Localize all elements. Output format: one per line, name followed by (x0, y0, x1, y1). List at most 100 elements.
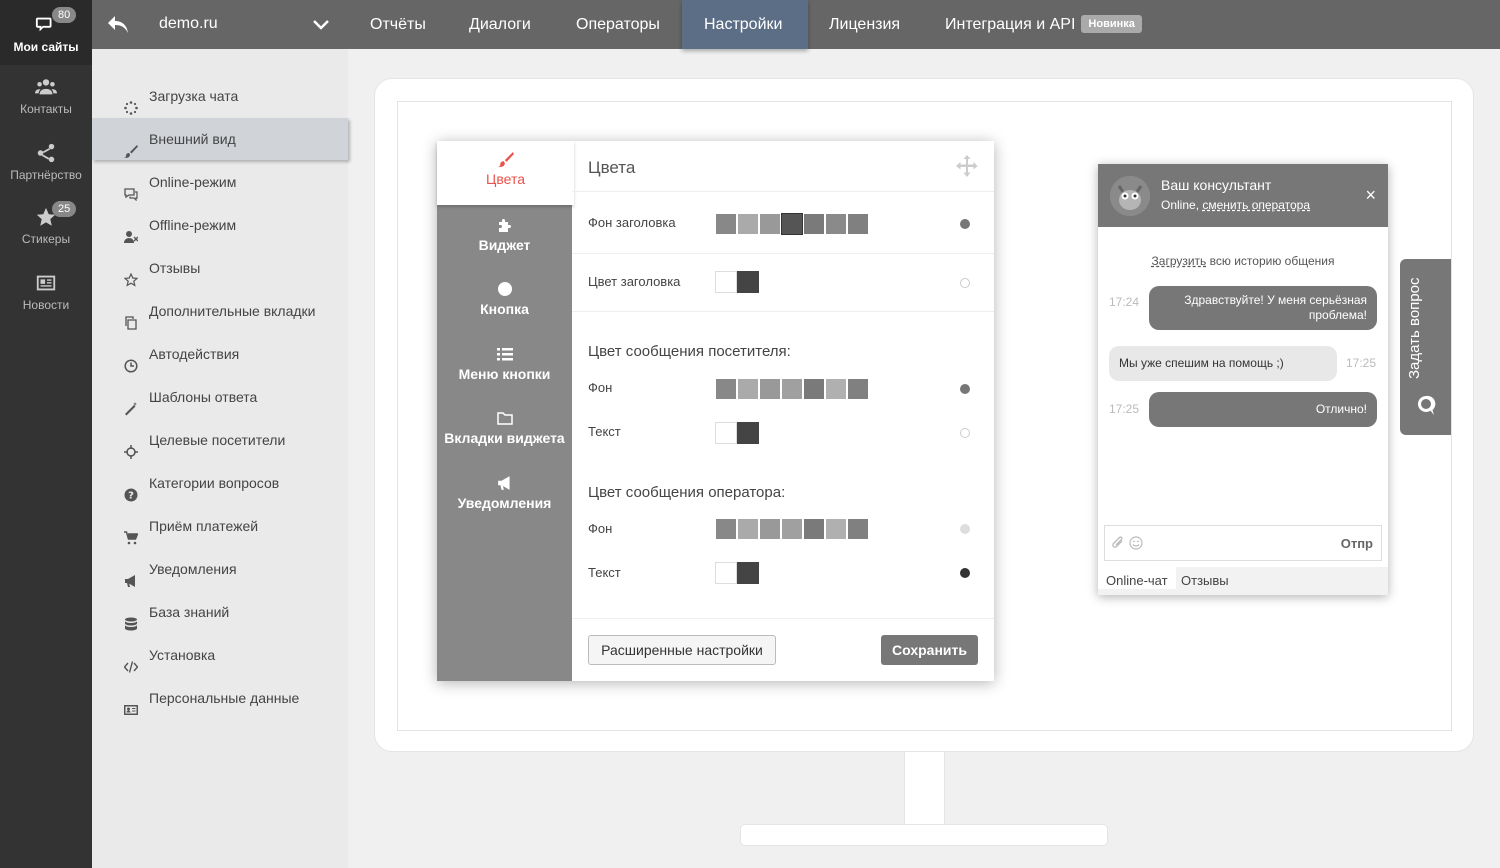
id-card-icon (124, 691, 138, 715)
operator-text-radio[interactable] (960, 568, 970, 578)
tab-notifications[interactable]: Уведомления (437, 465, 572, 529)
color-swatch[interactable] (737, 271, 759, 293)
color-swatch[interactable] (759, 378, 781, 400)
color-swatch[interactable] (737, 378, 759, 400)
message-input[interactable]: Отпр (1104, 525, 1382, 561)
color-swatch[interactable] (737, 562, 759, 584)
sidebar-item-label: Мои сайты (13, 40, 79, 54)
color-swatch[interactable] (715, 518, 737, 540)
menu-item-appearance[interactable]: Внешний вид (92, 118, 348, 160)
menu-item-label: База знаний (149, 604, 230, 620)
new-badge: Новинка (1081, 15, 1142, 33)
menu-item-label: Автодействия (149, 346, 240, 362)
load-history-link[interactable]: Загрузить (1152, 254, 1207, 268)
header-color-radio[interactable] (960, 278, 970, 288)
count-badge: 25 (52, 201, 77, 217)
color-swatch[interactable] (781, 378, 803, 400)
message-time: 17:25 (1346, 356, 1377, 370)
menu-item-offline-mode[interactable]: Offline-режим (92, 204, 348, 246)
color-swatch[interactable] (759, 518, 781, 540)
menu-item-knowledge-base[interactable]: База знаний (92, 591, 348, 633)
visitor-bg-radio[interactable] (960, 384, 970, 394)
tab-widget[interactable]: Виджет (437, 207, 572, 271)
menu-item-label: Offline-режим (149, 217, 237, 233)
menu-item-question-categories[interactable]: ? Категории вопросов (92, 462, 348, 504)
chat-footer-tabs: Online-чат Отзывы (1098, 567, 1388, 595)
color-swatch[interactable] (781, 518, 803, 540)
color-swatch[interactable] (737, 422, 759, 444)
color-swatch[interactable] (847, 378, 869, 400)
tab-button-menu[interactable]: Меню кнопки (437, 336, 572, 400)
tab-widget-tabs[interactable]: Вкладки виджета (437, 400, 572, 464)
color-swatch[interactable] (737, 213, 759, 235)
nav-operators[interactable]: Операторы (554, 0, 682, 49)
nav-integration[interactable]: Интеграция и API Новинка (923, 0, 1164, 49)
sidebar-item-my-sites[interactable]: Мои сайты 80 (0, 0, 92, 65)
tab-reviews[interactable]: Отзывы (1173, 573, 1237, 588)
sidebar-item-partnership[interactable]: Партнёрство (0, 142, 92, 192)
sidebar-item-contacts[interactable]: Контакты (0, 76, 92, 126)
crosshair-icon (124, 433, 138, 459)
change-operator-link[interactable]: сменить оператора (1202, 198, 1310, 212)
nav-settings[interactable]: Настройки (682, 0, 808, 49)
menu-item-extra-tabs[interactable]: Дополнительные вкладки (92, 290, 348, 332)
color-swatch[interactable] (715, 378, 737, 400)
menu-item-reviews[interactable]: Отзывы (92, 247, 348, 289)
menu-item-chat-loading[interactable]: Загрузка чата (92, 75, 348, 117)
color-swatch[interactable] (759, 213, 781, 235)
color-swatch[interactable] (715, 213, 737, 235)
sidebar-item-news[interactable]: Новости (0, 272, 92, 322)
menu-item-personal-data[interactable]: Персональные данные (92, 677, 348, 719)
send-button[interactable]: Отпр (1341, 536, 1373, 551)
menu-item-notifications[interactable]: Уведомления (92, 548, 348, 590)
tab-button[interactable]: Кнопка (437, 271, 572, 335)
header-bg-radio[interactable] (960, 219, 970, 229)
site-selector[interactable]: demo.ru (159, 15, 218, 33)
sidebar-item-label: Стикеры (21, 232, 71, 246)
menu-item-target-visitors[interactable]: Целевые посетители (92, 419, 348, 461)
color-swatch[interactable] (715, 562, 737, 584)
save-button[interactable]: Сохранить (881, 635, 978, 665)
chevron-down-icon[interactable] (313, 18, 329, 30)
menu-item-online-mode[interactable]: Online-режим (92, 161, 348, 203)
ask-question-tab[interactable]: Задать вопрос (1400, 259, 1451, 435)
divider (572, 191, 994, 192)
color-swatch[interactable] (847, 213, 869, 235)
back-arrow-icon[interactable] (106, 14, 130, 36)
tab-label: Кнопка (480, 301, 529, 317)
color-swatch[interactable] (715, 271, 737, 293)
advanced-settings-button[interactable]: Расширенные настройки (588, 635, 776, 665)
tab-online-chat[interactable]: Online-чат (1098, 567, 1176, 589)
visitor-text-radio[interactable] (960, 428, 970, 438)
chat-header: Ваш консультант Online, сменить оператор… (1098, 164, 1388, 227)
sidebar-item-stickers[interactable]: Стикеры 25 (0, 201, 92, 256)
monitor-stand-base (740, 824, 1108, 846)
tab-label: Уведомления (457, 495, 552, 511)
close-icon[interactable]: × (1365, 186, 1376, 204)
color-swatch[interactable] (825, 518, 847, 540)
nav-reports[interactable]: Отчёты (348, 0, 448, 49)
menu-item-reply-templates[interactable]: Шаблоны ответа (92, 376, 348, 418)
operator-bg-label: Фон (588, 521, 613, 536)
menu-item-auto-actions[interactable]: Автодействия (92, 333, 348, 375)
operator-bg-radio[interactable] (960, 524, 970, 534)
color-swatch[interactable] (847, 518, 869, 540)
color-swatch[interactable] (803, 518, 825, 540)
color-swatch[interactable] (825, 213, 847, 235)
color-swatch[interactable] (737, 518, 759, 540)
menu-item-installation[interactable]: Установка (92, 634, 348, 676)
color-swatch[interactable] (825, 378, 847, 400)
menu-item-payments[interactable]: Приём платежей (92, 505, 348, 547)
nav-dialogs[interactable]: Диалоги (447, 0, 553, 49)
appearance-settings-panel: Цвета Виджет Кнопка Меню кнопки Вкладки … (437, 141, 994, 681)
smile-icon[interactable] (1129, 536, 1143, 550)
menu-item-label: Целевые посетители (149, 432, 286, 448)
color-swatch[interactable] (803, 378, 825, 400)
paperclip-icon[interactable] (1111, 536, 1125, 550)
color-swatch[interactable] (803, 213, 825, 235)
tab-colors[interactable]: Цвета (437, 141, 574, 205)
color-swatch[interactable] (715, 422, 737, 444)
nav-license[interactable]: Лицензия (807, 0, 922, 49)
move-icon[interactable] (956, 155, 978, 177)
color-swatch-selected[interactable] (781, 213, 803, 235)
